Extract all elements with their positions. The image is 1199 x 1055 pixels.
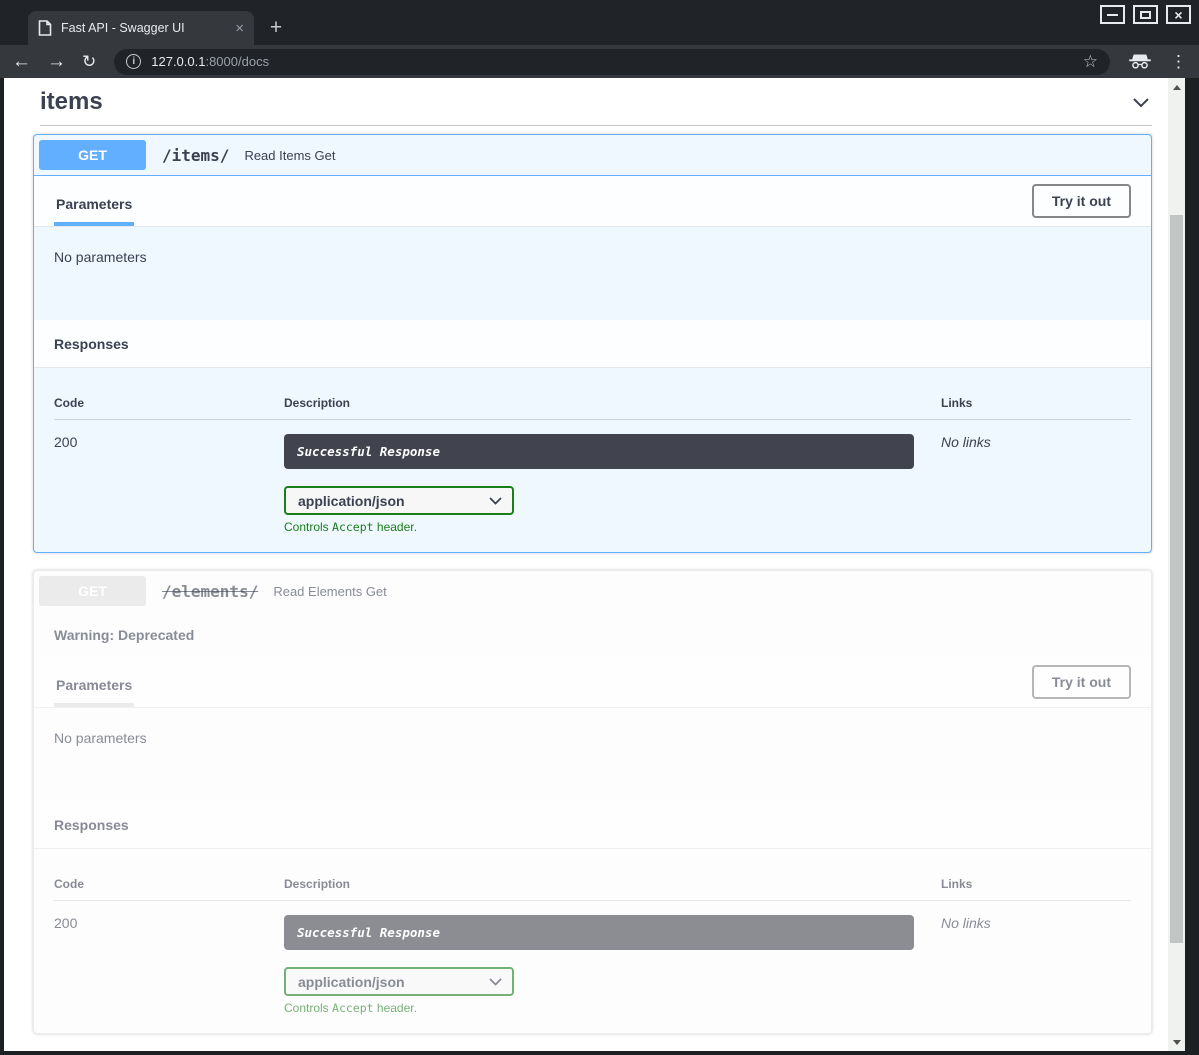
tab-parameters[interactable]: Parameters [54, 181, 134, 226]
no-parameters-text: No parameters [54, 249, 147, 265]
opblock-summary[interactable]: GET /elements/ Read Elements Get [34, 571, 1151, 612]
new-tab-button[interactable]: + [262, 14, 290, 42]
maximize-icon [1140, 11, 1151, 19]
browser-tab[interactable]: Fast API - Swagger UI × [28, 11, 254, 45]
opblock-get-items: GET /items/ Read Items Get Parameters Tr… [33, 134, 1152, 553]
media-type-value: application/json [298, 493, 405, 509]
scrollbar-thumb[interactable] [1170, 215, 1183, 943]
responses-body: Code Description Links 200 Successful Re… [34, 849, 1151, 1033]
scrollbar-down-icon[interactable] [1168, 1035, 1185, 1049]
back-icon[interactable]: ← [12, 52, 31, 71]
close-button[interactable]: × [1166, 5, 1191, 24]
responses-title: Responses [54, 817, 129, 833]
endpoint-summary: Read Items Get [244, 148, 335, 163]
page-viewport: items GET /items/ Read Items Get Paramet… [4, 78, 1185, 1051]
minimize-icon [1107, 14, 1118, 16]
parameters-body: No parameters [34, 227, 1151, 320]
response-description-cell: Successful Response application/json Con… [284, 915, 914, 1015]
try-it-out-button[interactable]: Try it out [1032, 184, 1131, 218]
close-icon: × [1174, 8, 1182, 22]
response-description: Successful Response [284, 434, 914, 469]
scrollbar[interactable] [1168, 78, 1185, 1051]
media-type-select[interactable]: application/json [284, 967, 514, 996]
titlebar: Fast API - Swagger UI × + × [0, 0, 1199, 45]
url-host: 127.0.0.1 [151, 54, 205, 69]
no-parameters-text: No parameters [54, 730, 147, 746]
deprecated-warning: Warning: Deprecated [34, 612, 1151, 657]
response-links: No links [914, 915, 1131, 931]
parameters-body: No parameters [34, 708, 1151, 801]
select-chevron-icon [489, 978, 502, 986]
parameters-header: Parameters Try it out [34, 657, 1151, 708]
tab-parameters[interactable]: Parameters [54, 662, 134, 707]
response-description: Successful Response [284, 915, 914, 950]
swagger-page: items GET /items/ Read Items Get Paramet… [4, 78, 1168, 1051]
browser-toolbar: ← → ↻ i 127.0.0.1 :8000/docs ☆ ⋮ [0, 45, 1199, 78]
responses-table-header: Code Description Links [54, 877, 1131, 901]
address-bar[interactable]: i 127.0.0.1 :8000/docs ☆ [114, 49, 1110, 75]
tab-close-icon[interactable]: × [235, 20, 244, 37]
site-info-icon[interactable]: i [126, 54, 141, 69]
bookmark-star-icon[interactable]: ☆ [1083, 52, 1098, 72]
api-section-header[interactable]: items [40, 88, 1152, 116]
media-type-value: application/json [298, 974, 405, 990]
opblock-get-elements-deprecated: GET /elements/ Read Elements Get Warning… [33, 570, 1152, 1034]
responses-body: Code Description Links 200 Successful Re… [34, 368, 1151, 552]
response-row: 200 Successful Response application/json… [54, 901, 1131, 1015]
maximize-button[interactable] [1133, 5, 1158, 24]
page-favicon-icon [38, 20, 52, 36]
opblock-summary[interactable]: GET /items/ Read Items Get [34, 135, 1151, 176]
select-chevron-icon [489, 497, 502, 505]
forward-icon[interactable]: → [47, 52, 66, 71]
accept-header-hint: Controls Accept header. [284, 1001, 914, 1015]
code-column-header: Code [54, 396, 284, 410]
endpoint-path: /elements/ [162, 582, 258, 601]
accept-header-hint: Controls Accept header. [284, 520, 914, 534]
endpoint-summary: Read Elements Get [273, 584, 386, 599]
responses-header: Responses [34, 801, 1151, 849]
responses-header: Responses [34, 320, 1151, 368]
responses-table-header: Code Description Links [54, 396, 1131, 420]
response-row: 200 Successful Response application/json… [54, 420, 1131, 534]
url-path: :8000/docs [205, 54, 269, 69]
incognito-icon [1128, 54, 1152, 69]
section-divider [40, 125, 1152, 126]
window-controls: × [1100, 5, 1191, 24]
response-code: 200 [54, 915, 284, 931]
browser-window: Fast API - Swagger UI × + × ← → ↻ i 127.… [0, 0, 1199, 1055]
chevron-down-icon[interactable] [1130, 91, 1152, 113]
code-column-header: Code [54, 877, 284, 891]
method-badge: GET [39, 576, 146, 606]
links-column-header: Links [914, 877, 1131, 891]
parameters-header: Parameters Try it out [34, 176, 1151, 227]
reload-icon[interactable]: ↻ [82, 53, 96, 70]
response-links: No links [914, 434, 1131, 450]
method-badge: GET [39, 140, 146, 170]
try-it-out-button[interactable]: Try it out [1032, 665, 1131, 699]
links-column-header: Links [914, 396, 1131, 410]
description-column-header: Description [284, 877, 914, 891]
response-code: 200 [54, 434, 284, 450]
scrollbar-up-icon[interactable] [1168, 80, 1185, 94]
response-description-cell: Successful Response application/json Con… [284, 434, 914, 534]
kebab-menu-icon[interactable]: ⋮ [1170, 52, 1187, 72]
media-type-select[interactable]: application/json [284, 486, 514, 515]
tab-title: Fast API - Swagger UI [61, 21, 229, 35]
description-column-header: Description [284, 396, 914, 410]
section-title: items [40, 88, 103, 116]
endpoint-path: /items/ [162, 146, 229, 165]
responses-title: Responses [54, 336, 129, 352]
minimize-button[interactable] [1100, 5, 1125, 24]
